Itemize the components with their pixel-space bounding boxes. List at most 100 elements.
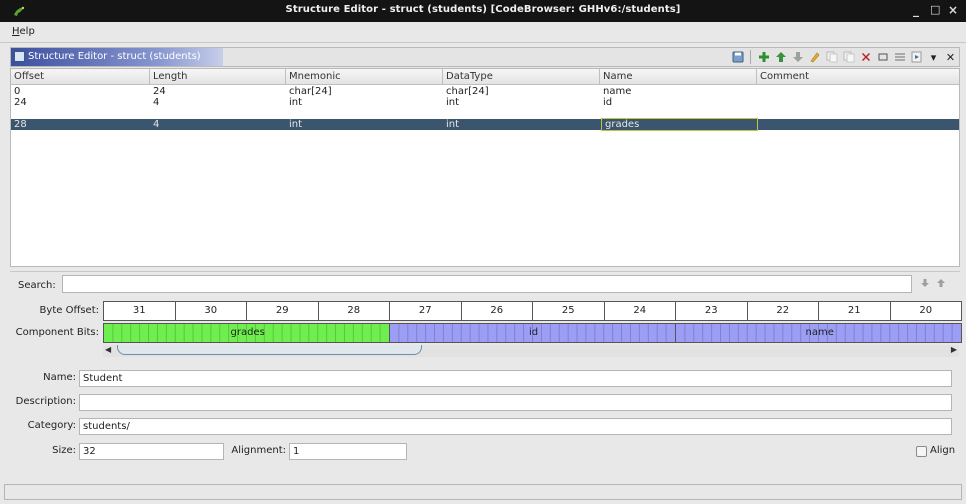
cell-length: 4	[153, 97, 160, 108]
search-input[interactable]	[62, 275, 912, 293]
table-row-selected[interactable]: 28 4 int int grades	[11, 118, 959, 131]
alignment-field[interactable]	[289, 443, 407, 460]
component-band-grades[interactable]: grades	[103, 323, 390, 343]
byte-offset-cell: 29	[246, 301, 319, 321]
cell-datatype[interactable]: int	[443, 119, 600, 130]
size-field[interactable]	[79, 443, 224, 460]
cell-comment[interactable]	[757, 86, 959, 97]
status-bar	[4, 484, 962, 500]
clear-icon[interactable]	[876, 50, 889, 64]
byte-offset-cell: 26	[460, 301, 533, 321]
structure-editor-tab[interactable]: Structure Editor - struct (students)	[11, 48, 223, 66]
title-bar: Structure Editor - struct (students) [Co…	[0, 0, 966, 22]
menu-help[interactable]: Help	[12, 26, 35, 37]
bit-view: Byte Offset: 31 30 29 28 27 26 25 24 23 22 21 20 Co…	[10, 301, 962, 363]
window-title: Structure Editor - struct (students) [Co…	[285, 4, 681, 15]
search-label: Search:	[18, 280, 56, 291]
save-icon[interactable]	[731, 50, 744, 64]
component-bits-label: Component Bits:	[15, 327, 99, 338]
column-header-datatype[interactable]: DataType	[443, 69, 600, 85]
structure-table: Offset Length Mnemonic DataType Name Com…	[10, 68, 960, 267]
cell-name-editor[interactable]: grades	[601, 118, 758, 131]
description-label: Description:	[15, 396, 76, 407]
cell-name[interactable]: id	[600, 97, 757, 108]
delete-icon[interactable]	[859, 50, 872, 64]
byte-offset-label: Byte Offset:	[39, 305, 99, 316]
cell-datatype[interactable]: int	[443, 97, 600, 108]
size-label: Size:	[52, 445, 76, 456]
cell-length: 4	[153, 119, 160, 130]
alignment-label: Alignment:	[231, 445, 286, 456]
byte-offset-cell: 23	[675, 301, 748, 321]
component-band-label: grades	[230, 327, 265, 338]
component-band-id[interactable]: id	[389, 323, 676, 343]
component-band-label: id	[529, 327, 539, 338]
byte-offset-cell: 28	[317, 301, 390, 321]
byte-offset-cell: 21	[818, 301, 891, 321]
component-band-label: name	[805, 327, 834, 338]
add-icon[interactable]	[757, 50, 770, 64]
search-bar: Search:	[10, 271, 960, 297]
category-label: Category:	[27, 420, 76, 431]
menu-bar: Help	[0, 22, 966, 43]
column-header-mnemonic[interactable]: Mnemonic	[286, 69, 443, 85]
scrollbar-thumb[interactable]	[117, 345, 422, 355]
align-checkbox[interactable]	[916, 446, 927, 457]
scroll-left-icon[interactable]: ◀	[105, 345, 111, 354]
dropdown-icon[interactable]: ▾	[927, 50, 940, 64]
byte-offset-cell: 27	[389, 301, 462, 321]
search-next-icon[interactable]	[920, 278, 930, 291]
table-header: Offset Length Mnemonic DataType Name Com…	[11, 69, 959, 85]
bitview-horizontal-scrollbar[interactable]: ◀ ▶	[103, 345, 959, 357]
cell-offset: 24	[14, 97, 27, 108]
column-header-comment[interactable]: Comment	[757, 69, 959, 85]
column-header-name[interactable]: Name	[600, 69, 757, 85]
description-field[interactable]	[79, 394, 952, 411]
column-header-length[interactable]: Length	[150, 69, 286, 85]
editor-toolbar: ▾ ✕	[731, 49, 957, 65]
search-previous-icon[interactable]	[936, 278, 946, 291]
maximize-button[interactable]: □	[930, 3, 940, 16]
align-checkbox-label: Align	[930, 445, 956, 456]
edit-icon[interactable]	[808, 50, 821, 64]
minimize-button[interactable]: _	[913, 3, 919, 17]
cell-comment[interactable]	[757, 119, 959, 130]
cell-mnemonic: int	[289, 97, 303, 108]
move-down-icon[interactable]	[791, 50, 804, 64]
byte-offset-cell: 25	[532, 301, 605, 321]
duplicate-multiple-icon[interactable]	[842, 50, 855, 64]
cell-comment[interactable]	[757, 97, 959, 108]
panel-title: Structure Editor - struct (students)	[28, 51, 201, 62]
structure-editor-icon	[14, 51, 25, 62]
column-header-offset[interactable]: Offset	[11, 69, 150, 85]
cell-name[interactable]: name	[600, 86, 757, 97]
byte-offset-cell: 31	[103, 301, 176, 321]
unpack-icon[interactable]	[910, 50, 923, 64]
close-panel-icon[interactable]: ✕	[944, 50, 957, 64]
panel-header: Structure Editor - struct (students) ▾ ✕	[10, 47, 960, 67]
component-band-name[interactable]: name	[675, 323, 962, 343]
byte-offset-cell: 22	[746, 301, 819, 321]
cell-mnemonic: int	[289, 119, 303, 130]
menu-help-mnemonic: H	[12, 26, 20, 37]
menu-help-label: elp	[19, 26, 35, 37]
duplicate-icon[interactable]	[825, 50, 838, 64]
close-window-button[interactable]: ×	[948, 3, 958, 17]
pack-icon[interactable]	[893, 50, 906, 64]
cell-length: 24	[153, 86, 166, 97]
table-row[interactable]: 0 24 char[24] char[24] name	[11, 86, 959, 97]
cell-mnemonic: char[24]	[289, 86, 332, 97]
table-row[interactable]: 24 4 int int id	[11, 97, 959, 108]
move-up-icon[interactable]	[774, 50, 787, 64]
name-label: Name:	[43, 372, 76, 383]
byte-offset-cell: 30	[174, 301, 247, 321]
category-field[interactable]	[79, 418, 952, 435]
toolbar-separator	[750, 50, 751, 64]
cell-offset: 28	[14, 119, 27, 130]
byte-offset-cell: 24	[603, 301, 676, 321]
cell-datatype[interactable]: char[24]	[443, 86, 600, 97]
cell-offset: 0	[14, 86, 21, 97]
structure-name-field[interactable]	[79, 370, 952, 387]
scroll-right-icon[interactable]: ▶	[951, 345, 957, 354]
byte-offset-cell: 20	[889, 301, 962, 321]
